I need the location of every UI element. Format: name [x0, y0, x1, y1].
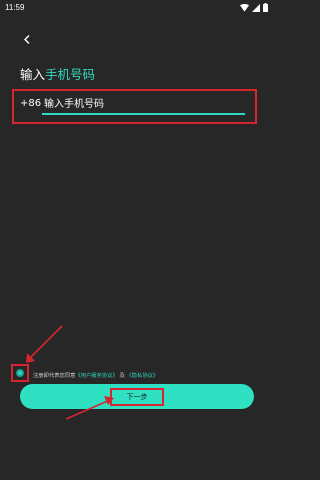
page-title-accent: 手机号码: [45, 67, 96, 82]
agreement-text-start: 注册即代表您同意: [33, 373, 76, 379]
user-agreement-link[interactable]: 《用户服务协议》: [75, 373, 117, 379]
page-title: 输入手机号码: [20, 64, 95, 83]
phone-number-input[interactable]: [42, 96, 246, 113]
status-time: 11:59: [5, 3, 25, 12]
wifi-icon: [240, 3, 249, 12]
signal-icon: [252, 3, 260, 12]
country-code[interactable]: +86: [20, 98, 41, 109]
status-icons: [240, 3, 268, 12]
agreement-checkbox[interactable]: [16, 369, 24, 377]
next-button-highlight: [110, 388, 164, 406]
privacy-policy-link[interactable]: 《隐私协议》: [126, 373, 158, 379]
status-bar: 11:59: [0, 0, 273, 16]
arrow-to-checkbox: [26, 325, 63, 363]
battery-icon: [263, 3, 268, 12]
back-button[interactable]: [20, 32, 34, 46]
input-underline: [42, 113, 245, 115]
agreement-and: 及: [119, 373, 125, 379]
chevron-left-icon: [24, 34, 30, 44]
system-navigation-bar: [0, 470, 273, 480]
page-title-prefix: 输入: [20, 67, 46, 82]
agreement-text: 注册即代表您同意《用户服务协议》 及 《隐私协议》: [33, 371, 158, 379]
